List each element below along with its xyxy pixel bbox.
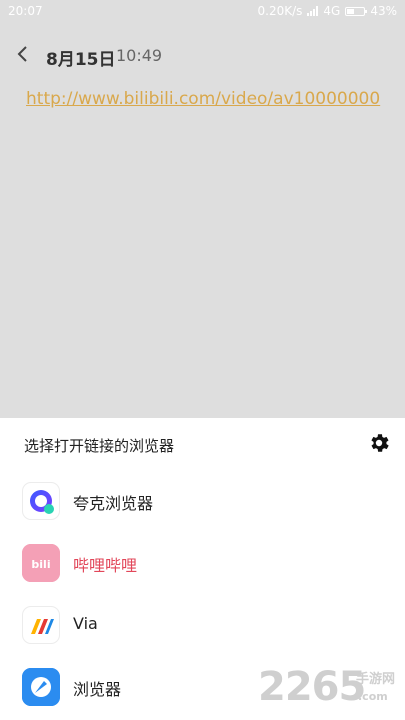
svg-text:bili: bili — [31, 558, 50, 571]
signal-icon — [307, 6, 319, 16]
sheet-title: 选择打开链接的浏览器 — [24, 437, 175, 455]
watermark-sub: 手游网 — [356, 672, 396, 687]
browser-option-label: 浏览器 — [73, 680, 122, 699]
watermark-domain: .com — [358, 690, 388, 703]
mi-browser-icon — [22, 668, 60, 706]
quark-browser-icon — [22, 482, 60, 520]
header-time: 10:49 — [116, 46, 163, 65]
battery-level: 43% — [370, 4, 397, 18]
via-browser-icon — [22, 606, 60, 644]
status-bar: 20:07 0.20K/s 4G 43% — [0, 0, 405, 24]
browser-option-via[interactable]: Via — [0, 594, 405, 656]
bilibili-icon: bili — [22, 544, 60, 582]
message-link[interactable]: http://www.bilibili.com/video/av10000000 — [26, 89, 380, 109]
browser-option-label: 夸克浏览器 — [73, 494, 154, 513]
battery-icon — [345, 6, 368, 16]
browser-option-label: 哔哩哔哩 — [73, 556, 138, 575]
back-icon[interactable] — [14, 42, 34, 66]
browser-option-quark[interactable]: 夸克浏览器 — [0, 470, 405, 532]
header-date: 8月15日 — [46, 50, 116, 70]
gear-icon[interactable] — [367, 431, 391, 455]
status-time: 20:07 — [8, 4, 43, 18]
browser-option-label: Via — [73, 614, 98, 633]
status-right: 0.20K/s 4G 43% — [258, 4, 398, 18]
network-speed: 0.20K/s — [257, 4, 303, 18]
watermark-logo: 2265 — [258, 664, 366, 710]
browser-option-bilibili[interactable]: bili 哔哩哔哩 — [0, 532, 405, 594]
conversation-header: 8月15日 10:49 — [0, 36, 405, 72]
network-type: 4G — [323, 4, 341, 18]
